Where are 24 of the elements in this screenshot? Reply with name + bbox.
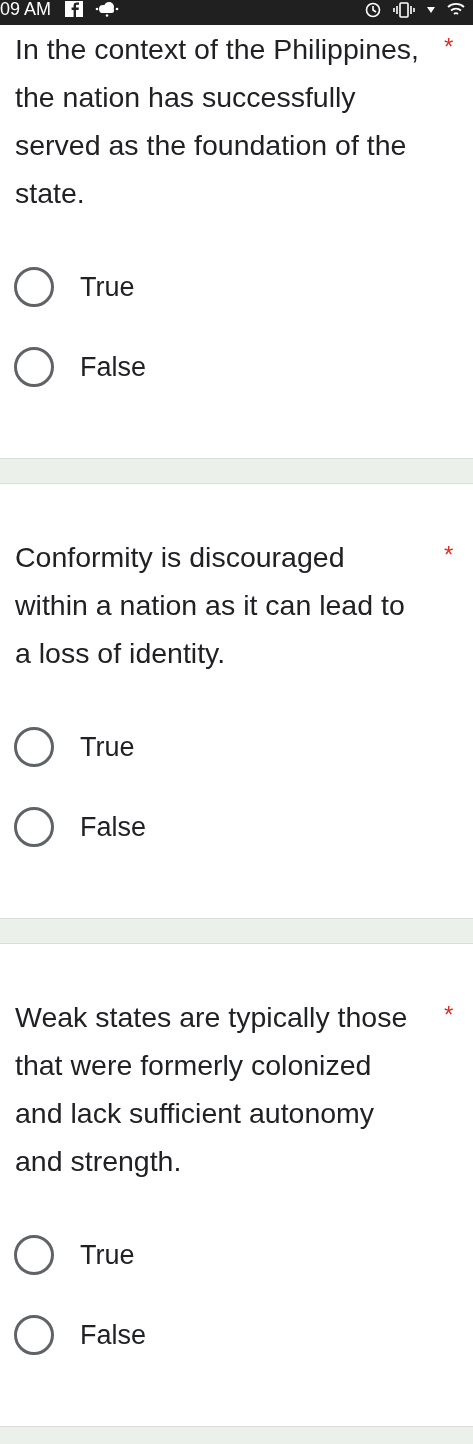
- option-label[interactable]: False: [80, 811, 147, 843]
- cloud-icon: [95, 0, 120, 17]
- radio-button[interactable]: [14, 807, 54, 847]
- wifi-icon: [447, 2, 465, 17]
- option-label[interactable]: True: [80, 1239, 135, 1271]
- option-label[interactable]: False: [80, 351, 147, 383]
- vibrate-icon: [393, 1, 415, 18]
- radio-button[interactable]: [14, 1315, 54, 1355]
- radio-button[interactable]: [14, 347, 54, 387]
- option-label[interactable]: True: [80, 731, 135, 763]
- data-arrow-icon: [427, 5, 435, 14]
- required-mark: *: [444, 540, 454, 570]
- radio-button[interactable]: [14, 1235, 54, 1275]
- question-text: In the context of the Philippines, the nation has successfully served as the foundation of the state.: [15, 32, 420, 211]
- option-label[interactable]: False: [80, 1319, 147, 1351]
- option-label[interactable]: True: [80, 271, 135, 303]
- required-mark: *: [444, 1000, 454, 1030]
- alarm-icon: [365, 1, 381, 18]
- radio-button[interactable]: [14, 727, 54, 767]
- status-time: 09 AM: [0, 0, 52, 18]
- required-mark: *: [444, 32, 454, 62]
- radio-button[interactable]: [14, 267, 54, 307]
- question-text: Conformity is discouraged within a nation as it can lead to a loss of identity.: [15, 540, 406, 671]
- question-text: Weak states are typically those that were formerly colonized and lack sufficient autonomy and strength.: [15, 1000, 409, 1179]
